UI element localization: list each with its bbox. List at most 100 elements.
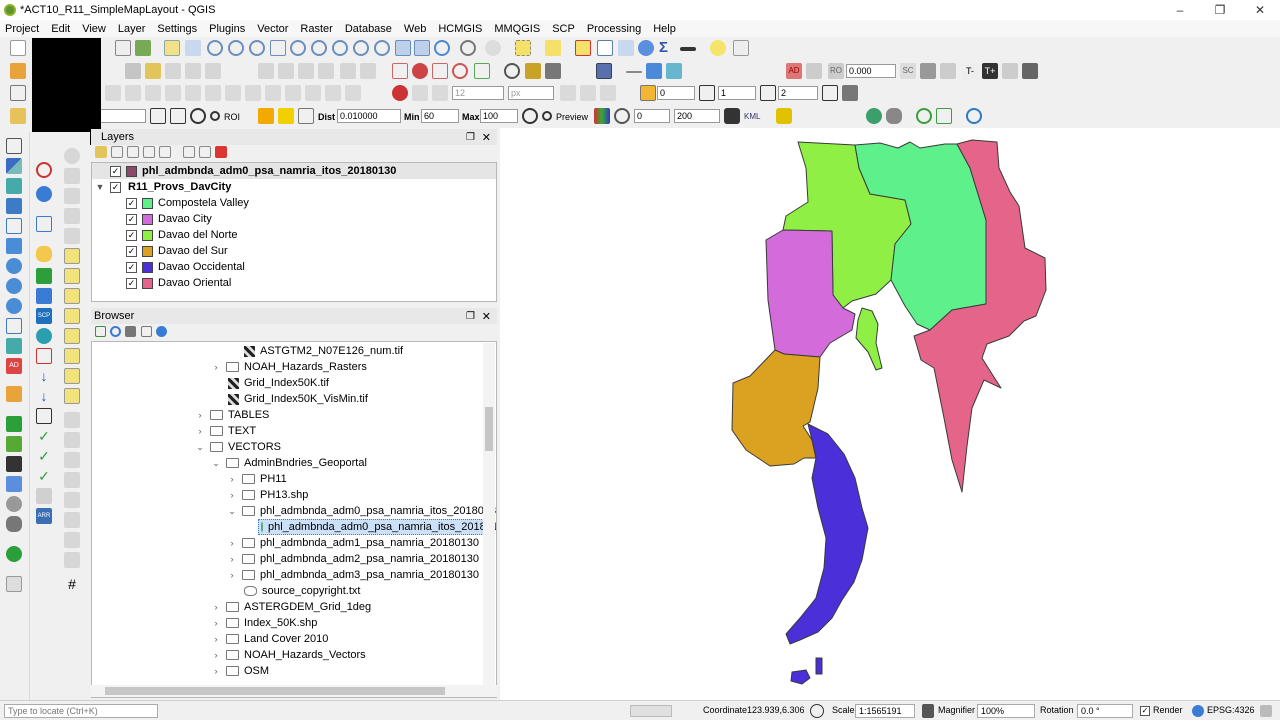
layer-checkbox[interactable]: ✓: [110, 165, 121, 177]
roi-region-icon[interactable]: [170, 108, 186, 124]
add-wfs-icon[interactable]: [6, 278, 22, 294]
scroll-thumb[interactable]: [485, 407, 493, 451]
add-spatialite-icon[interactable]: [6, 238, 22, 254]
crs-label[interactable]: EPSG:4326: [1207, 705, 1255, 715]
chevron-right-icon[interactable]: ›: [226, 474, 238, 484]
style-manager-icon[interactable]: [135, 40, 151, 56]
browser-item[interactable]: › phl_admbnda_adm2_psa_namria_20180130: [226, 551, 479, 567]
new-map-view-icon[interactable]: [395, 40, 411, 56]
chevron-right-icon[interactable]: ›: [210, 650, 222, 660]
side-col2-6-icon[interactable]: [64, 412, 80, 428]
scp-tool-a-icon[interactable]: [36, 328, 52, 344]
menu-scp[interactable]: SCP: [546, 23, 581, 35]
chevron-right-icon[interactable]: ›: [226, 570, 238, 580]
magnifier-spin[interactable]: 100%: [977, 704, 1035, 718]
attribute-table-icon[interactable]: [597, 40, 613, 56]
menu-help[interactable]: Help: [647, 23, 682, 35]
legend-item-davao-del-norte[interactable]: ✓ Davao del Norte: [126, 227, 238, 243]
show-hide-labels-icon[interactable]: [432, 63, 448, 79]
new-3d-view-icon[interactable]: [414, 40, 430, 56]
zoom-in-icon[interactable]: [207, 40, 223, 56]
sc-button[interactable]: SC: [900, 63, 916, 79]
side-col2-8-icon[interactable]: [64, 452, 80, 468]
abc-label-7-icon[interactable]: [64, 368, 80, 384]
rgb-preview-icon[interactable]: [594, 108, 610, 124]
gps-icon[interactable]: [646, 63, 662, 79]
menu-view[interactable]: View: [76, 23, 112, 35]
filter-expr-icon[interactable]: [159, 146, 171, 158]
select-by-value-icon[interactable]: [545, 40, 561, 56]
menu-web[interactable]: Web: [398, 23, 432, 35]
add-selected-icon[interactable]: [95, 326, 106, 337]
processing-toolbox-icon[interactable]: [638, 40, 654, 56]
chevron-right-icon[interactable]: ›: [194, 410, 206, 420]
legend-checkbox[interactable]: ✓: [126, 245, 137, 257]
menu-vector[interactable]: Vector: [251, 23, 294, 35]
add-vector-icon[interactable]: [6, 138, 22, 154]
font-size-input[interactable]: 12: [452, 86, 504, 100]
s-input[interactable]: 200: [674, 109, 720, 123]
band-arrow-2-icon[interactable]: [760, 85, 776, 101]
scp-star-icon[interactable]: [776, 108, 792, 124]
legend-item-davao-occidental[interactable]: ✓ Davao Occidental: [126, 259, 245, 275]
digitize-shape-icon[interactable]: [36, 162, 52, 178]
side-col2-1-icon[interactable]: [64, 148, 80, 164]
side-col2-5-icon[interactable]: [64, 228, 80, 244]
side-col2-4-icon[interactable]: [64, 208, 80, 224]
browser-float-icon[interactable]: ❐: [466, 311, 475, 322]
hcmgis-icon[interactable]: [666, 63, 682, 79]
chevron-down-icon[interactable]: ⌄: [210, 458, 222, 469]
green-tool-icon[interactable]: [36, 268, 52, 284]
browser-item[interactable]: › NOAH_Hazards_Vectors: [210, 647, 366, 663]
map-canvas[interactable]: [500, 128, 1280, 700]
browser-item[interactable]: › PH11: [226, 471, 287, 487]
abc-label-2-icon[interactable]: [64, 268, 80, 284]
attach-icon[interactable]: [36, 488, 52, 504]
layers-close-icon[interactable]: ✕: [482, 131, 491, 144]
browser-item[interactable]: › phl_admbnda_adm1_psa_namria_20180130: [226, 535, 479, 551]
coordinate-field[interactable]: 123.939,6.306: [744, 704, 806, 718]
browser-item[interactable]: Grid_Index50K_VisMin.tif: [228, 391, 368, 407]
abc-label-4-icon[interactable]: [64, 308, 80, 324]
layer-group-r11[interactable]: ▼ ✓ R11_Provs_DavCity: [92, 179, 232, 195]
browser-item[interactable]: ⌄ phl_admbnda_adm0_psa_namria_itos_20180…: [226, 503, 496, 519]
legend-checkbox[interactable]: ✓: [126, 261, 137, 273]
annotation-icon[interactable]: [733, 40, 749, 56]
t-plus-icon[interactable]: T+: [982, 63, 998, 79]
menu-settings[interactable]: Settings: [151, 23, 203, 35]
roi-polygon-icon[interactable]: [150, 108, 166, 124]
maximize-button[interactable]: ❐: [1200, 0, 1240, 20]
zoom-native-icon[interactable]: [332, 40, 348, 56]
abc-label-8-icon[interactable]: [64, 388, 80, 404]
scp-side-4-icon[interactable]: [6, 496, 22, 512]
menu-database[interactable]: Database: [339, 23, 398, 35]
chevron-down-icon[interactable]: ⌄: [194, 442, 206, 453]
legend-item-davao-city[interactable]: ✓ Davao City: [126, 211, 212, 227]
band-set-icon[interactable]: [640, 85, 656, 101]
open-data-source-icon[interactable]: [10, 63, 26, 79]
add-group-icon[interactable]: [111, 146, 123, 158]
side-col2-7-icon[interactable]: [64, 432, 80, 448]
add-wcs-icon[interactable]: [6, 298, 22, 314]
browser-item[interactable]: ASTGTM2_N07E126_num.tif: [244, 343, 403, 359]
menu-hcmgis[interactable]: HCMGIS: [432, 23, 488, 35]
legend-checkbox[interactable]: ✓: [126, 197, 137, 209]
collapse-all-icon[interactable]: [199, 146, 211, 158]
rotate-label-icon[interactable]: [504, 63, 520, 79]
cloud-icon[interactable]: [886, 108, 902, 124]
zoom-out-icon[interactable]: [228, 40, 244, 56]
down-arrow-icon[interactable]: ↓: [36, 368, 52, 384]
style-layer-icon[interactable]: [95, 146, 107, 158]
preview-zoom-icon[interactable]: [522, 108, 538, 124]
t-minus-icon[interactable]: T-: [962, 63, 978, 79]
printer-icon[interactable]: [6, 576, 22, 592]
label-color-icon[interactable]: [392, 85, 408, 101]
blue-tool-icon[interactable]: [36, 288, 52, 304]
refresh-icon[interactable]: [434, 40, 450, 56]
max-input[interactable]: 100: [480, 109, 518, 123]
select-features-icon[interactable]: [515, 40, 531, 56]
ro-button[interactable]: RO: [828, 63, 844, 79]
browser-close-icon[interactable]: ✕: [482, 310, 491, 323]
move-label-icon[interactable]: [474, 63, 490, 79]
ad3-icon[interactable]: [920, 63, 936, 79]
